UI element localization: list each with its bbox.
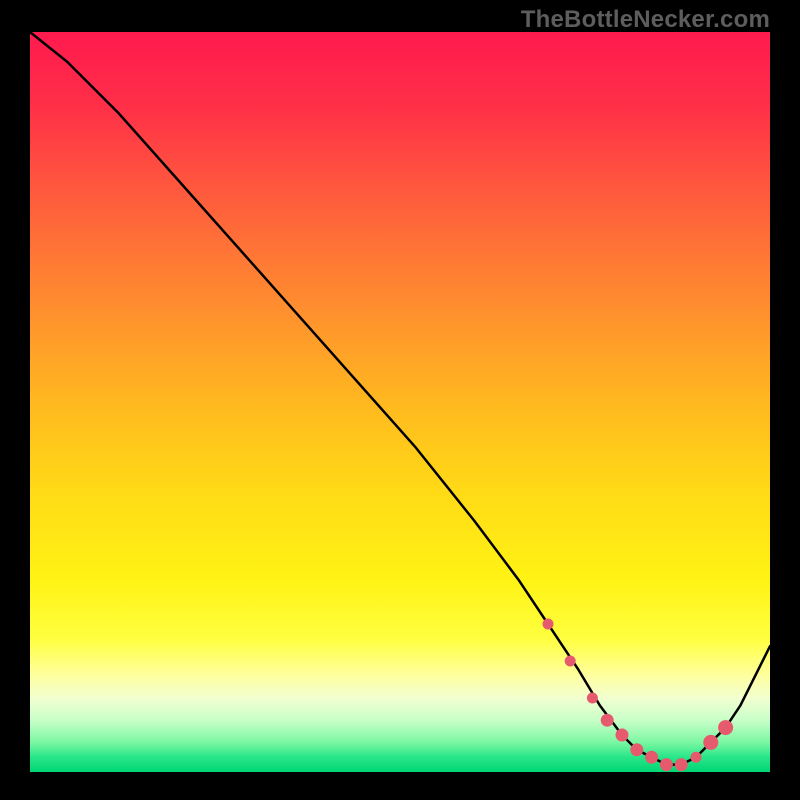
sweet-spot-marker: [719, 721, 733, 735]
sweet-spot-marker: [704, 735, 718, 749]
sweet-spot-marker: [631, 744, 643, 756]
sweet-spot-marker: [543, 619, 553, 629]
chart-curve: [30, 32, 770, 772]
curve-path: [30, 32, 770, 765]
sweet-spot-marker: [601, 714, 613, 726]
chart-plot-area: [30, 32, 770, 772]
sweet-spot-marker: [691, 752, 701, 762]
sweet-spot-marker: [646, 751, 658, 763]
watermark-text: TheBottleNecker.com: [521, 6, 770, 34]
sweet-spot-marker: [660, 759, 672, 771]
sweet-spot-marker: [565, 656, 575, 666]
sweet-spot-marker: [616, 729, 628, 741]
sweet-spot-marker: [675, 759, 687, 771]
sweet-spot-marker: [587, 693, 597, 703]
